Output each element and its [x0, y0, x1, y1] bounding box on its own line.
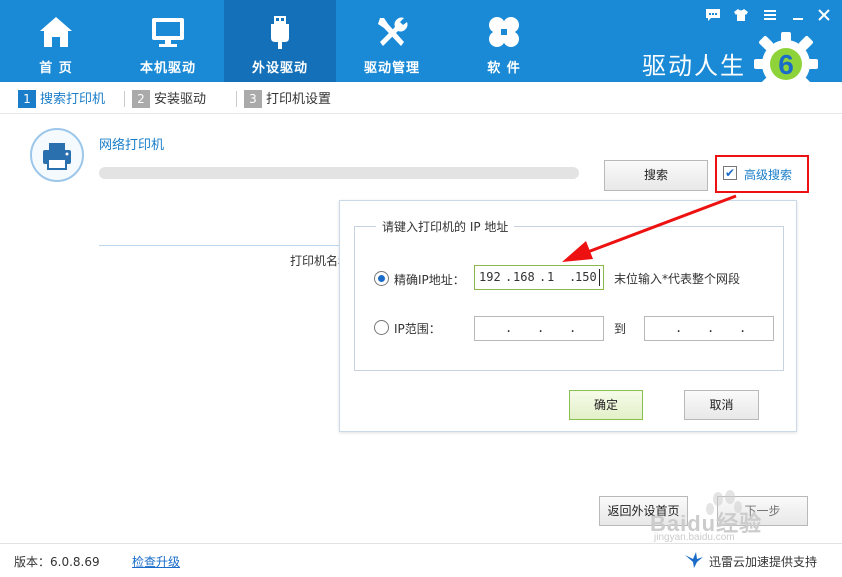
range-to-label: 到 [614, 322, 627, 336]
support-label: 迅雷云加速提供支持 [709, 555, 818, 569]
step-label: 打印机设置 [266, 92, 332, 107]
home-icon [40, 17, 72, 47]
watermark-subtext: jingyan.baidu.com [654, 532, 735, 543]
ip-octet-2: 168 [513, 270, 535, 284]
ip-octet-dot: . [505, 270, 513, 284]
tab-software-label: 软 件 [487, 61, 521, 76]
check-update-link[interactable]: 检查升级 [132, 553, 180, 570]
ip-octet-dot: . [707, 321, 715, 335]
step-number: 1 [18, 90, 36, 108]
ip-octet-1: 192 [479, 270, 501, 284]
top-nav-bar: 首 页 本机驱动 外设驱动 驱动管理 软 件 驱动人生 6 [0, 0, 842, 96]
advanced-search-checkbox[interactable]: ✔ [723, 166, 737, 180]
text-caret [599, 269, 600, 286]
advanced-search-label[interactable]: 高级搜索 [744, 166, 792, 183]
tab-home[interactable]: 首 页 [0, 0, 112, 82]
step-printer-settings[interactable]: 3 打印机设置 [244, 90, 331, 108]
usb-icon [271, 16, 289, 49]
printer-avatar [30, 128, 84, 182]
tab-peripheral-drivers[interactable]: 外设驱动 [224, 0, 336, 82]
step-number: 2 [132, 90, 150, 108]
logo-digit: 6 [778, 49, 794, 80]
ok-button[interactable]: 确定 [569, 390, 643, 420]
step-label: 安装驱动 [154, 92, 207, 107]
close-icon[interactable] [815, 6, 833, 24]
ip-range-label: IP范围： [394, 322, 441, 336]
exact-ip-label: 精确IP地址： [394, 273, 465, 287]
minimize-icon[interactable] [789, 6, 807, 24]
ip-octet-dot: . [505, 321, 513, 335]
search-button[interactable]: 搜索 [604, 160, 708, 191]
printer-icon [43, 143, 71, 170]
ip-range-radio[interactable] [374, 320, 389, 335]
ip-fieldset-legend: 请键入打印机的 IP 地址 [376, 218, 515, 235]
menu-icon[interactable] [761, 6, 779, 24]
step-install-driver[interactable]: 2 安装驱动 [132, 90, 206, 108]
ip-octet-dot: . [569, 321, 577, 335]
ip-octet-3: 1 [547, 270, 555, 284]
skin-icon[interactable] [732, 6, 750, 24]
exact-ip-radio[interactable] [374, 271, 389, 286]
cancel-button[interactable]: 取消 [684, 390, 759, 420]
divider [99, 245, 339, 246]
monitor-icon [152, 18, 184, 47]
tab-software[interactable]: 软 件 [448, 0, 560, 82]
step-divider [236, 91, 237, 107]
tab-local-drivers[interactable]: 本机驱动 [112, 0, 224, 82]
step-search-printer[interactable]: 1 搜索打印机 [18, 90, 105, 108]
step-divider [124, 91, 125, 107]
ip-octet-dot: . [739, 321, 747, 335]
apps-icon [489, 17, 519, 47]
step-label: 搜索打印机 [40, 92, 106, 107]
ip-range-start-input[interactable]: . . . [474, 316, 604, 341]
status-footer: 版本：6.0.8.69 检查升级 迅雷云加速提供支持 [0, 543, 842, 577]
search-progress-bar [99, 167, 579, 179]
ip-hint: 末位输入*代表整个网段 [614, 272, 741, 286]
ip-octet-dot: . [539, 270, 547, 284]
step-bar: 1 搜索打印机 2 安装驱动 3 打印机设置 [0, 82, 842, 114]
ip-octet-dot: . [537, 321, 545, 335]
ip-fieldset [354, 226, 784, 371]
thunder-bird-icon [685, 552, 703, 568]
tab-local-drivers-label: 本机驱动 [139, 61, 196, 76]
tab-driver-management-label: 驱动管理 [363, 61, 420, 76]
tab-home-label: 首 页 [39, 61, 73, 76]
version-label: 版本：6.0.8.69 [14, 555, 100, 569]
ip-octet-4: 150 [575, 270, 597, 284]
ip-range-end-input[interactable]: . . . [644, 316, 774, 341]
tab-driver-management[interactable]: 驱动管理 [336, 0, 448, 82]
exact-ip-input[interactable]: 192 . 168 . 1 . 150 [474, 265, 604, 290]
printer-name-column-header: 打印机名称 [290, 254, 340, 268]
step-number: 3 [244, 90, 262, 108]
feedback-icon[interactable] [704, 6, 722, 24]
tools-icon [378, 17, 408, 46]
brand-name: 驱动人生 [642, 52, 746, 80]
tab-peripheral-drivers-label: 外设驱动 [251, 61, 308, 76]
ip-octet-dot: . [675, 321, 683, 335]
section-title: 网络打印机 [99, 138, 165, 153]
